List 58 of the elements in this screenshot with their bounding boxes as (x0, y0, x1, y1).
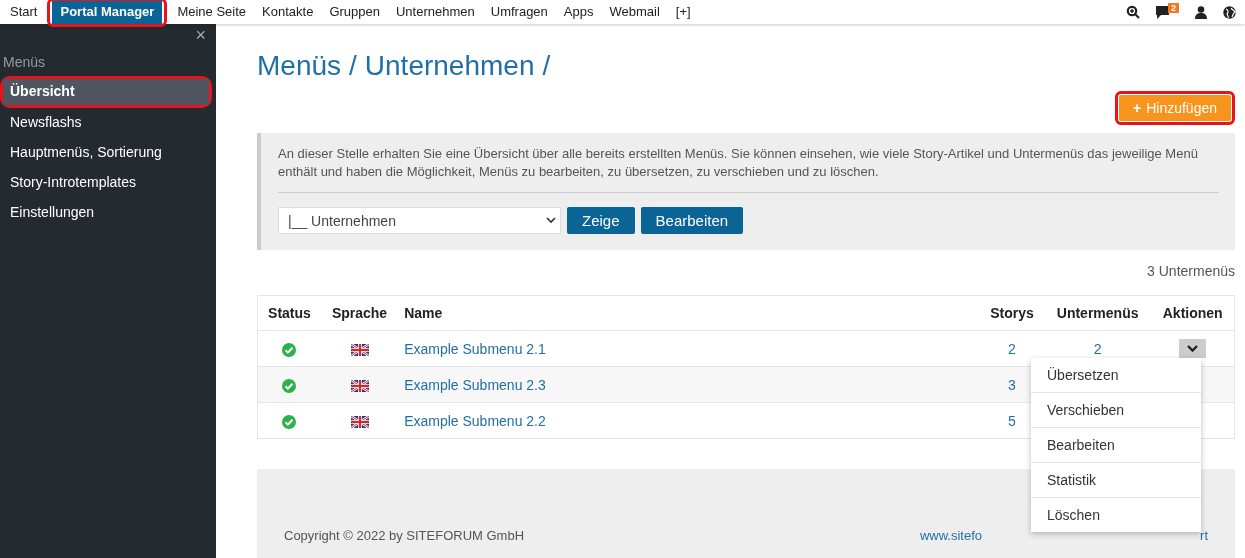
nav-tab[interactable]: Start (2, 0, 46, 24)
dropdown-toggle[interactable] (1179, 339, 1207, 358)
flag-icon (350, 379, 369, 392)
sidebar-item[interactable]: Einstellungen (0, 198, 216, 228)
breadcrumb-link[interactable]: Menüs (257, 50, 342, 81)
breadcrumb-separator: / (542, 50, 551, 81)
menu-item[interactable]: Übersetzen (1031, 358, 1201, 392)
column-header: Aktionen (1151, 295, 1235, 331)
sidebar-item[interactable]: Hauptmenüs, Sortierung (0, 138, 216, 168)
close-button[interactable]: × (195, 26, 206, 44)
chevron-down-icon (1187, 344, 1199, 353)
column-header: Name (398, 295, 981, 331)
zoom-icon (1126, 5, 1140, 19)
breadcrumb-link[interactable]: Unternehmen (364, 50, 535, 81)
action-button[interactable]: Zeige (567, 207, 635, 234)
flag-icon (350, 343, 369, 356)
copyright-text: Copyright © 2022 by SITEFORUM GmbH (284, 528, 525, 543)
sidebar-heading: Menüs (2, 53, 47, 72)
column-header: Sprache (320, 295, 399, 331)
nav-tab[interactable]: Portal Manager (52, 0, 163, 24)
story-count-link[interactable]: 3 (1008, 376, 1016, 393)
submenu-link[interactable]: Example Submenu 2.2 (404, 412, 546, 429)
info-text: An dieser Stelle erhalten Sie eine Übersicht über alle bereits erstellten Menüs. Sie können einsehen, wie viele Story-Artikel und Untermenüs das jeweilige Menü enthält und haben die Möglichkeit, Menüs zu bearbeiten, zu übersetzen, zu verschieben und zu löschen. (278, 145, 1199, 181)
submenu-link[interactable]: Example Submenu 2.1 (404, 340, 546, 357)
nav-tab[interactable]: Umfragen (482, 0, 556, 24)
sidebar-item[interactable]: Newsflashs (0, 108, 216, 138)
notification-badge: 2 (1168, 2, 1179, 13)
story-count-link[interactable]: 5 (1008, 412, 1016, 429)
breadcrumb-separator: / (349, 50, 357, 81)
submenu-count-link[interactable]: 2 (1093, 340, 1102, 357)
submenu-link[interactable]: Example Submenu 2.3 (404, 376, 546, 393)
nav-tab[interactable]: Apps (555, 0, 602, 24)
nav-tab[interactable]: Meine Seite (169, 0, 255, 24)
action-button[interactable]: Bearbeiten (640, 207, 744, 234)
check-icon (282, 378, 297, 393)
nav-tab[interactable]: Kontakte (254, 0, 322, 24)
column-header: Status (257, 295, 321, 331)
chat-icon (1156, 5, 1169, 19)
nav-tab[interactable]: Webmail (601, 0, 668, 24)
website-link[interactable]: www.sitefo (919, 528, 983, 543)
column-header: Storys (980, 295, 1044, 331)
website-link[interactable]: rt (1200, 528, 1208, 543)
sidebar-item[interactable]: Übersicht (3, 79, 209, 105)
globe-icon (1223, 5, 1236, 19)
sidebar-item[interactable]: Story-Introtemplates (0, 168, 216, 198)
submenu-count: 3 Untermenüs (1146, 263, 1235, 279)
check-icon (282, 414, 297, 429)
menu-item[interactable]: Bearbeiten (1031, 427, 1201, 462)
chevron-down-icon (546, 217, 556, 224)
check-icon (282, 342, 297, 357)
menu-select[interactable]: |__ Unternehmen (278, 207, 561, 234)
user-icon (1195, 5, 1207, 19)
column-header: Untermenüs (1043, 295, 1152, 331)
nav-tab[interactable]: Gruppen (321, 0, 388, 24)
story-count-link[interactable]: 2 (1008, 340, 1016, 357)
nav-tab[interactable]: [+] (667, 0, 699, 24)
flag-icon (350, 415, 369, 428)
nav-tab[interactable]: Unternehmen (387, 0, 483, 24)
